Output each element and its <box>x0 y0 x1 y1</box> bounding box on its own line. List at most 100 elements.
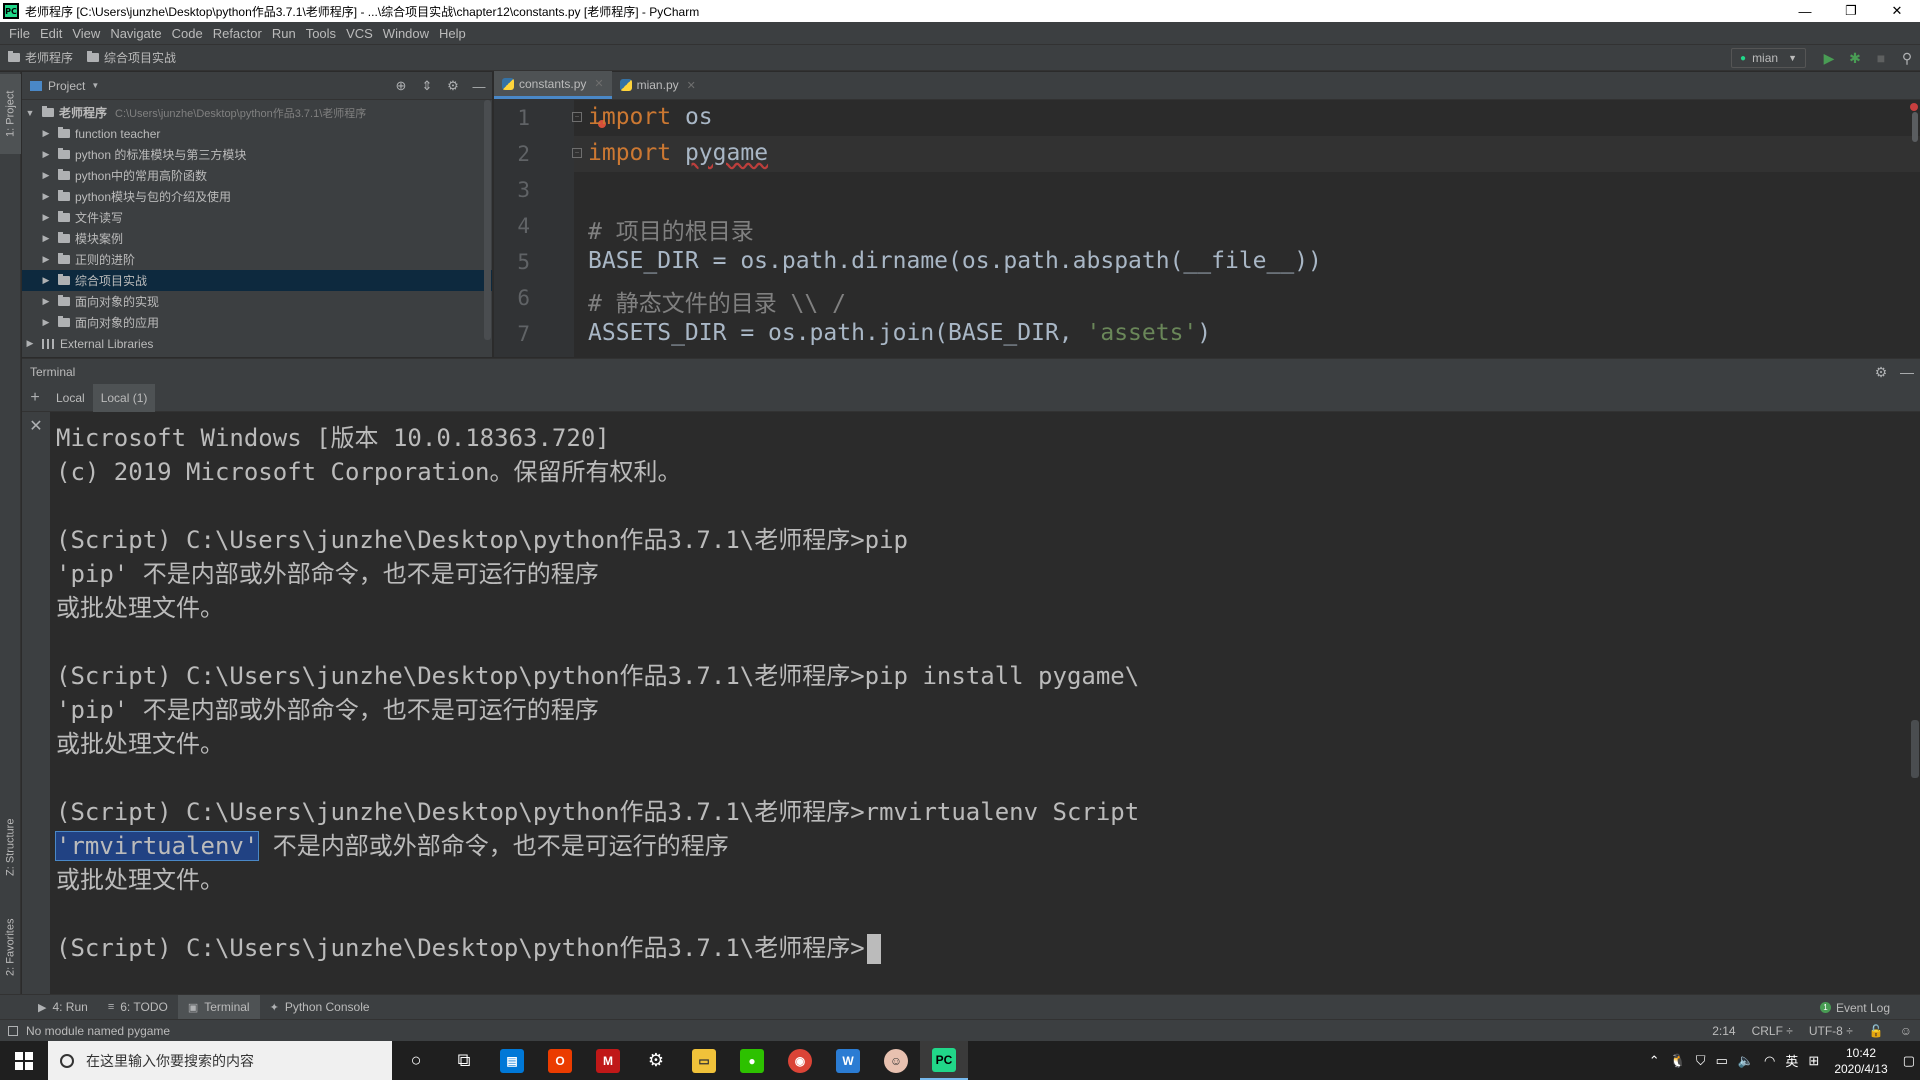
run-tool-tab[interactable]: ▶ 4: Run <box>28 995 98 1020</box>
tab-mian-py[interactable]: mian.py ✕ <box>612 71 704 99</box>
notification-icon[interactable]: ▢ <box>1898 1053 1920 1069</box>
collapse-arrow-icon[interactable]: ▶ <box>40 317 52 328</box>
tree-folder[interactable]: ▶ 正则的进阶 <box>22 249 492 270</box>
menu-vcs[interactable]: VCS <box>341 26 378 41</box>
collapse-arrow-icon[interactable]: ▶ <box>40 170 52 181</box>
new-terminal-icon[interactable]: + <box>22 389 48 407</box>
run-button[interactable]: ▶ <box>1816 47 1842 69</box>
inspector-icon[interactable]: ☺ <box>1892 1024 1920 1038</box>
tree-folder[interactable]: ▶ 模块案例 <box>22 228 492 249</box>
project-scrollbar[interactable] <box>484 100 491 340</box>
run-configuration-select[interactable]: ● mian ▼ <box>1731 48 1806 68</box>
caret-position[interactable]: 2:14 <box>1704 1024 1743 1038</box>
tab-constants-py[interactable]: constants.py ✕ <box>494 71 612 99</box>
keyboard-icon[interactable]: ⊞ <box>1803 1053 1824 1069</box>
tree-folder[interactable]: ▶ python 的标准模块与第三方模块 <box>22 144 492 165</box>
terminal-tab-local-1[interactable]: Local (1) <box>92 383 156 412</box>
close-tab-icon[interactable]: ✕ <box>594 77 603 90</box>
close-icon[interactable]: ✕ <box>22 416 50 436</box>
lock-icon[interactable]: 🔓 <box>1861 1024 1892 1038</box>
expand-arrow-icon[interactable]: ▼ <box>24 108 36 118</box>
hide-icon[interactable]: — <box>1894 364 1920 380</box>
menu-code[interactable]: Code <box>167 26 208 41</box>
settings-gear-icon[interactable]: ⚙ <box>632 1041 680 1080</box>
menu-view[interactable]: View <box>67 26 105 41</box>
menu-edit[interactable]: Edit <box>35 26 67 41</box>
menu-navigate[interactable]: Navigate <box>105 26 166 41</box>
hide-icon[interactable]: — <box>466 79 492 94</box>
terminal-scrollbar[interactable] <box>1911 720 1919 778</box>
status-message[interactable]: No module named pygame <box>26 1024 170 1038</box>
tree-folder[interactable]: ▶ python模块与包的介绍及使用 <box>22 186 492 207</box>
terminal-output[interactable]: Microsoft Windows [版本 10.0.18363.720] (c… <box>50 412 1908 994</box>
collapse-arrow-icon[interactable]: ▶ <box>24 338 36 349</box>
wechat-icon[interactable]: ● <box>728 1041 776 1080</box>
battery-icon[interactable]: ▭ <box>1711 1053 1733 1069</box>
toggle-tool-windows-icon[interactable] <box>8 1025 18 1036</box>
user-avatar-icon[interactable]: ☺ <box>872 1041 920 1080</box>
gear-icon[interactable]: ⚙ <box>1868 364 1894 381</box>
chrome-icon[interactable]: ◉ <box>776 1041 824 1080</box>
fold-icon[interactable]: − <box>572 148 582 158</box>
collapse-arrow-icon[interactable]: ▶ <box>40 191 52 202</box>
todo-tool-tab[interactable]: ≡ 6: TODO <box>98 995 178 1020</box>
cortana-icon[interactable]: ○ <box>392 1041 440 1080</box>
minimize-button[interactable]: — <box>1782 0 1828 22</box>
tree-folder[interactable]: ▶ function teacher <box>22 123 492 144</box>
menu-file[interactable]: File <box>4 26 35 41</box>
menu-help[interactable]: Help <box>434 26 471 41</box>
task-view-icon[interactable]: ⧉ <box>440 1041 488 1080</box>
tree-folder-selected[interactable]: ▶ 综合项目实战 <box>22 270 492 291</box>
collapse-arrow-icon[interactable]: ▶ <box>40 275 52 286</box>
tree-external-libraries[interactable]: ▶ External Libraries <box>22 333 492 354</box>
editor-scrollbar[interactable] <box>1912 112 1918 142</box>
close-tab-icon[interactable]: ✕ <box>687 79 696 92</box>
office-icon[interactable]: O <box>536 1041 584 1080</box>
line-separator[interactable]: CRLF ÷ <box>1744 1024 1801 1038</box>
mcafee-icon[interactable]: M <box>584 1041 632 1080</box>
maximize-button[interactable]: ❐ <box>1828 0 1874 22</box>
taskbar-clock[interactable]: 10:42 2020/4/13 <box>1824 1045 1897 1077</box>
file-encoding[interactable]: UTF-8 ÷ <box>1801 1024 1861 1038</box>
file-explorer-icon[interactable]: ▭ <box>680 1041 728 1080</box>
locate-icon[interactable]: ⊕ <box>388 78 414 94</box>
collapse-arrow-icon[interactable]: ▶ <box>40 254 52 265</box>
breadcrumb-folder[interactable]: 综合项目实战 <box>79 49 182 66</box>
search-icon[interactable]: ⚲ <box>1894 47 1920 69</box>
debug-button[interactable]: ✱ <box>1842 47 1868 69</box>
qq-icon[interactable]: 🐧 <box>1665 1053 1691 1069</box>
code-editor[interactable]: 1 2 3 4 5 6 7 − − import os import pygam… <box>494 100 1920 357</box>
collapse-arrow-icon[interactable]: ▶ <box>40 233 52 244</box>
word-icon[interactable]: W <box>824 1041 872 1080</box>
collapse-all-icon[interactable]: ⇕ <box>414 78 440 94</box>
tree-folder[interactable]: ▶ 文件读写 <box>22 207 492 228</box>
windows-start-icon[interactable] <box>0 1041 48 1080</box>
tree-folder[interactable]: ▶ 面向对象的应用 <box>22 312 492 333</box>
collapse-arrow-icon[interactable]: ▶ <box>40 149 52 160</box>
menu-window[interactable]: Window <box>378 26 434 41</box>
project-tool-tab[interactable]: 1: Project <box>0 74 21 154</box>
collapse-arrow-icon[interactable]: ▶ <box>40 212 52 223</box>
chevron-up-icon[interactable]: ⌃ <box>1644 1053 1665 1069</box>
menu-run[interactable]: Run <box>267 26 301 41</box>
store-icon[interactable]: ▤ <box>488 1041 536 1080</box>
shield-icon[interactable]: ⛉ <box>1691 1053 1711 1069</box>
taskbar-search-box[interactable]: 在这里输入你要搜索的内容 <box>48 1041 392 1080</box>
ime-indicator[interactable]: 英 <box>1780 1051 1803 1070</box>
collapse-arrow-icon[interactable]: ▶ <box>40 296 52 307</box>
pycharm-taskbar-icon[interactable]: PC <box>920 1041 968 1080</box>
tree-folder[interactable]: ▶ python中的常用高阶函数 <box>22 165 492 186</box>
close-window-button[interactable]: ✕ <box>1874 0 1920 22</box>
event-log-button[interactable]: 1 Event Log <box>1819 995 1890 1020</box>
breadcrumb-root[interactable]: 老师程序 <box>0 49 79 66</box>
tree-root[interactable]: ▼ 老师程序 C:\Users\junzhe\Desktop\python作品3… <box>22 102 492 123</box>
tree-folder[interactable]: ▶ 面向对象的实现 <box>22 291 492 312</box>
menu-tools[interactable]: Tools <box>301 26 341 41</box>
terminal-tab-local[interactable]: Local <box>48 384 93 412</box>
volume-icon[interactable]: 🔈 <box>1733 1053 1759 1069</box>
gear-icon[interactable]: ⚙ <box>440 78 466 94</box>
fold-icon[interactable]: − <box>572 112 582 122</box>
collapse-arrow-icon[interactable]: ▶ <box>40 128 52 139</box>
project-panel-title[interactable]: Project <box>48 79 85 93</box>
terminal-tool-tab[interactable]: ▣ Terminal <box>177 994 260 1020</box>
